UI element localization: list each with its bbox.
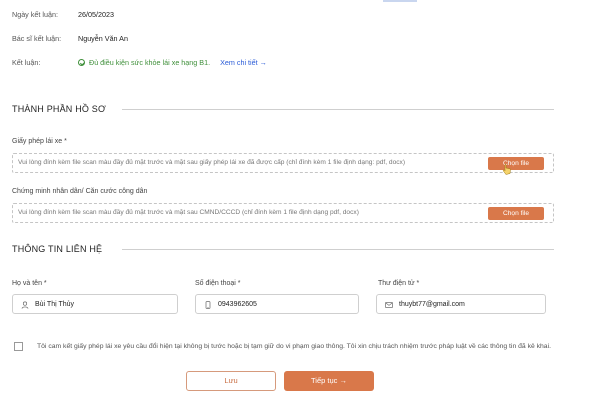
conclusion-doctor-value: Nguyễn Văn An xyxy=(78,34,128,43)
license-choose-file-button[interactable]: Chọn file xyxy=(488,157,544,170)
continue-button[interactable]: Tiếp tục → xyxy=(284,371,374,391)
name-input[interactable]: Bùi Thị Thủy xyxy=(12,294,178,314)
license-field-label: Giấy phép lái xe * xyxy=(12,138,67,145)
license-upload-hint: Vui lòng đính kèm file scan màu đầy đủ m… xyxy=(18,159,406,166)
user-icon xyxy=(21,301,29,309)
license-upload-field[interactable]: Vui lòng đính kèm file scan màu đầy đủ m… xyxy=(12,153,554,173)
continue-label: Tiếp tục xyxy=(311,376,338,385)
check-circle-icon xyxy=(78,59,85,66)
section-divider xyxy=(122,109,554,110)
conclusion-doctor-label: Bác sĩ kết luận: xyxy=(12,34,62,43)
documents-section-title: THÀNH PHẦN HỒ SƠ xyxy=(12,104,106,114)
top-scroll-indicator xyxy=(383,0,417,2)
conclusion-result-label: Kết luận: xyxy=(12,58,41,67)
commitment-text: Tôi cam kết giấy phép lái xe yêu cầu đổi… xyxy=(37,343,551,350)
name-field-label: Họ và tên * xyxy=(12,280,47,287)
mail-icon xyxy=(385,302,393,308)
email-value: thuybt77@gmail.com xyxy=(399,301,465,308)
conclusion-date-row: Ngày kết luận: 26/05/2023 xyxy=(12,10,114,19)
id-card-choose-file-button[interactable]: Chọn file xyxy=(488,207,544,220)
conclusion-date-label: Ngày kết luận: xyxy=(12,10,58,19)
pointer-cursor-icon xyxy=(502,164,511,175)
id-card-upload-field[interactable]: Vui lòng đính kèm file scan màu đầy đủ m… xyxy=(12,203,554,223)
arrow-right-icon: → xyxy=(259,58,267,67)
name-value: Bùi Thị Thủy xyxy=(35,301,75,308)
email-field-label: Thư điện tử * xyxy=(378,280,420,287)
conclusion-date-value: 26/05/2023 xyxy=(78,10,114,19)
id-card-upload-hint: Vui lòng đính kèm file scan màu đầy đủ m… xyxy=(18,209,359,216)
save-button[interactable]: Lưu xyxy=(186,371,276,391)
commitment-checkbox[interactable] xyxy=(14,342,23,351)
contact-section-title: THÔNG TIN LIÊN HỆ xyxy=(12,244,103,254)
phone-icon xyxy=(205,301,211,309)
phone-input[interactable]: 0943962605 xyxy=(195,294,359,314)
conclusion-doctor-row: Bác sĩ kết luận: Nguyễn Văn An xyxy=(12,34,128,43)
section-divider xyxy=(122,249,554,250)
id-card-field-label: Chứng minh nhân dân/ Căn cước công dân xyxy=(12,188,148,195)
view-detail-label: Xem chi tiết xyxy=(220,58,258,67)
email-input[interactable]: thuybt77@gmail.com xyxy=(376,294,546,314)
conclusion-result-row: Kết luận: Đủ điều kiện sức khỏe lái xe h… xyxy=(12,58,267,67)
phone-field-label: Số điện thoại * xyxy=(195,280,241,287)
conclusion-result-value: Đủ điều kiện sức khỏe lái xe hạng B1. xyxy=(89,58,211,67)
view-detail-link[interactable]: Xem chi tiết → xyxy=(220,58,267,67)
phone-value: 0943962605 xyxy=(218,301,257,308)
arrow-right-icon: → xyxy=(339,376,348,385)
